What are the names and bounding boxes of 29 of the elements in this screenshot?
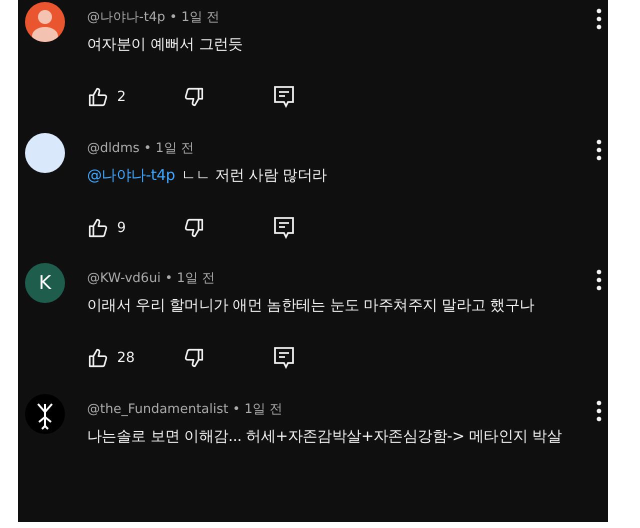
avatar[interactable] [25, 394, 65, 434]
thumbs-up-icon [87, 347, 109, 369]
avatar[interactable] [25, 2, 65, 42]
mention-link[interactable]: @나야나-t4p [87, 166, 175, 184]
more-icon[interactable] [596, 138, 602, 160]
comment-meta: @KW-vd6ui • 1일 전 [87, 270, 216, 288]
avatar[interactable]: K [25, 263, 65, 303]
thumbs-down-icon [183, 86, 205, 108]
comment-text: @나야나-t4p ㄴㄴ 저런 사람 많더라 [87, 166, 327, 184]
thumbs-down-icon [183, 347, 205, 369]
like-button[interactable]: 28 [87, 347, 183, 369]
comment-icon [273, 346, 295, 370]
comment-text: 여자분이 예뻐서 그런듯 [87, 35, 244, 54]
more-icon[interactable] [596, 400, 602, 422]
thumbs-up-icon [87, 216, 109, 238]
thumbs-down-icon [183, 216, 205, 238]
like-button[interactable]: 2 [87, 86, 183, 108]
comment-text: 이래서 우리 할머니가 애먼 놈한테는 눈도 마주쳐주지 말라고 했구나 [87, 296, 534, 315]
avatar[interactable] [25, 132, 65, 172]
comment-meta: @dldms • 1일 전 [87, 140, 195, 158]
comment-meta: @the_Fundamentalist • 1일 전 [87, 400, 284, 418]
comment-meta: @나야나-t4p • 1일 전 [87, 9, 221, 27]
more-icon[interactable] [596, 8, 602, 30]
thumbs-up-icon [87, 86, 109, 108]
comment-icon [273, 216, 295, 240]
comment-icon [273, 85, 295, 109]
more-icon[interactable] [596, 269, 602, 291]
comment-text: 나는솔로 보면 이해감... 허세+자존감박살+자존심강함-> 메타인지 박살 [87, 426, 562, 446]
like-button[interactable]: 9 [87, 216, 183, 238]
